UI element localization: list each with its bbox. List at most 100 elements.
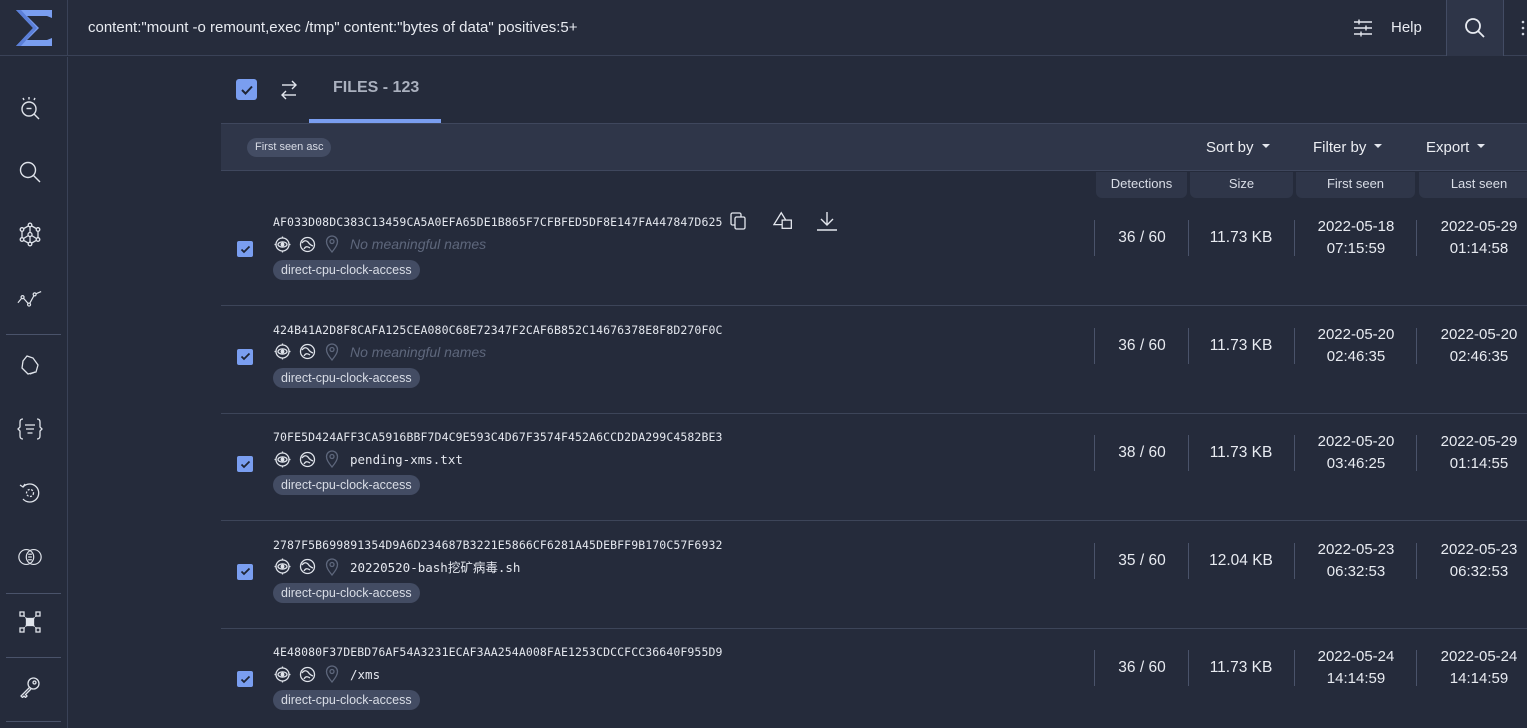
file-row[interactable]: 70FE5D424AFF3CA5916BBF7D4C9E593C4D67F357… [221,413,1527,521]
column-divider [1294,435,1295,471]
first-seen: 2022-05-18 07:15:59 [1297,218,1415,258]
column-divider [1416,435,1417,471]
last-seen-time: 14:14:59 [1449,670,1509,687]
copy-icon[interactable] [727,210,749,232]
file-hash-link[interactable]: 4E48080F37DEBD76AF54A3231ECAF3AA254A008F… [273,645,723,659]
first-seen-date: 2022-05-20 [1317,325,1395,343]
file-size: 11.73 KB [1209,336,1273,354]
yara-rules-icon[interactable] [17,416,43,442]
tab-files[interactable]: FILES - 123 [309,56,441,123]
column-divider [1416,327,1417,364]
file-row[interactable]: 2787F5B699891354D9A6D234687B3221E5866CF6… [221,521,1527,629]
column-header-last-seen[interactable]: Last seen [1419,172,1527,198]
file-size: 11.73 KB [1209,659,1273,676]
file-row[interactable]: 4E48080F37DEBD76AF54A3231ECAF3AA254A008F… [221,628,1527,728]
file-type-icon [273,343,291,361]
active-sort-chip[interactable]: First seen asc [247,138,332,157]
detections-ratio[interactable]: 35 / 60 [1097,541,1187,581]
column-divider [1094,435,1095,471]
row-checkbox[interactable] [237,348,253,365]
row-checkbox[interactable] [237,456,253,472]
last-seen-date: 2022-05-20 [1440,325,1518,343]
file-row[interactable]: 424B41A2D8F8CAFA125CEA080C68E72347F2CAF6… [221,306,1527,414]
column-header-size[interactable]: Size [1190,172,1293,198]
search-icon[interactable] [17,159,43,185]
last-seen-date: 2022-05-29 [1440,218,1518,235]
swap-arrows-icon[interactable] [278,78,300,102]
export-dropdown[interactable]: Export [1426,124,1486,171]
collections-icon[interactable] [17,609,43,635]
column-divider [1188,435,1189,471]
sidebar-divider [6,593,61,594]
detections-ratio[interactable]: 36 / 60 [1097,326,1187,366]
caret-down-icon [1477,144,1486,149]
first-seen-date: 2022-05-23 [1317,540,1395,558]
export-label: Export [1426,139,1470,156]
caret-down-icon [1374,144,1383,149]
diff-icon[interactable] [17,544,43,570]
tag-chip[interactable]: direct-cpu-clock-access [273,475,420,495]
column-divider [1416,220,1417,256]
file-type-icon [273,665,291,683]
api-key-icon[interactable] [17,674,43,700]
caret-down-icon [1261,144,1270,149]
row-checkbox[interactable] [237,671,253,687]
download-icon[interactable] [816,210,838,232]
search-button[interactable] [1446,0,1504,56]
first-seen: 2022-05-20 03:46:25 [1297,433,1415,473]
row-checkbox[interactable] [237,563,253,580]
file-name: /xms [350,666,381,682]
file-hash-link[interactable]: 2787F5B699891354D9A6D234687B3221E5866CF6… [273,538,723,552]
file-hash-link[interactable]: 70FE5D424AFF3CA5916BBF7D4C9E593C4D67F357… [273,430,723,444]
filter-by-dropdown[interactable]: Filter by [1313,124,1383,171]
row-checkbox[interactable] [237,241,253,257]
column-divider [1416,650,1417,686]
last-seen-date: 2022-05-24 [1440,648,1518,665]
last-seen-date: 2022-05-29 [1440,433,1518,450]
last-seen-time: 02:46:35 [1449,347,1509,365]
sigma-logo-icon[interactable] [0,0,68,56]
file-meta: No meaningful names [273,233,486,255]
file-row[interactable]: AF033D08DC383C13459CA5A0EFA65DE1B865F7CF… [221,198,1527,306]
intelligence-search-icon[interactable] [17,96,43,122]
column-divider [1294,220,1295,256]
select-all-checkbox[interactable] [236,79,257,100]
hunting-icon[interactable] [17,352,43,378]
more-menu-icon[interactable] [1520,18,1526,38]
sidebar [0,57,68,728]
graph-cube-icon[interactable] [17,222,43,248]
file-hash-link[interactable]: AF033D08DC383C13459CA5A0EFA65DE1B865F7CF… [273,215,723,229]
file-hash-link[interactable]: 424B41A2D8F8CAFA125CEA080C68E72347F2CAF6… [273,323,723,337]
detections-ratio[interactable]: 36 / 60 [1097,648,1187,688]
column-header-detections[interactable]: Detections [1096,172,1187,198]
tag-chip[interactable]: direct-cpu-clock-access [273,690,420,710]
column-divider [1188,327,1189,364]
sort-by-dropdown[interactable]: Sort by [1206,124,1270,171]
help-link[interactable]: Help [1391,0,1422,56]
network-activity-icon [298,343,316,361]
tag-chip[interactable]: direct-cpu-clock-access [273,582,420,603]
trend-chart-icon[interactable] [17,286,43,312]
network-activity-icon [298,235,316,253]
last-seen-time: 06:32:53 [1449,562,1509,580]
tag-chip[interactable]: direct-cpu-clock-access [273,367,420,388]
last-seen-time: 01:14:58 [1449,240,1509,257]
sliders-icon[interactable] [1352,17,1374,39]
first-seen: 2022-05-24 14:14:59 [1297,648,1415,688]
column-header-first-seen[interactable]: First seen [1296,172,1415,198]
search-query-input[interactable]: content:"mount -o remount,exec /tmp" con… [88,0,577,56]
detections-ratio[interactable]: 38 / 60 [1097,433,1187,473]
sidebar-divider [6,657,61,658]
first-seen-date: 2022-05-24 [1317,648,1395,665]
retrohunt-icon[interactable] [17,480,43,506]
filter-by-label: Filter by [1313,139,1367,156]
last-seen: 2022-05-23 06:32:53 [1419,541,1527,581]
detections-ratio[interactable]: 36 / 60 [1097,218,1187,258]
first-seen-time: 07:15:59 [1326,240,1386,257]
column-divider [1094,542,1095,579]
tag-chip[interactable]: direct-cpu-clock-access [273,260,420,280]
similar-shapes-icon[interactable] [773,210,795,232]
first-seen-date: 2022-05-20 [1317,433,1395,450]
file-type-icon [273,558,291,576]
row-actions [727,210,838,232]
